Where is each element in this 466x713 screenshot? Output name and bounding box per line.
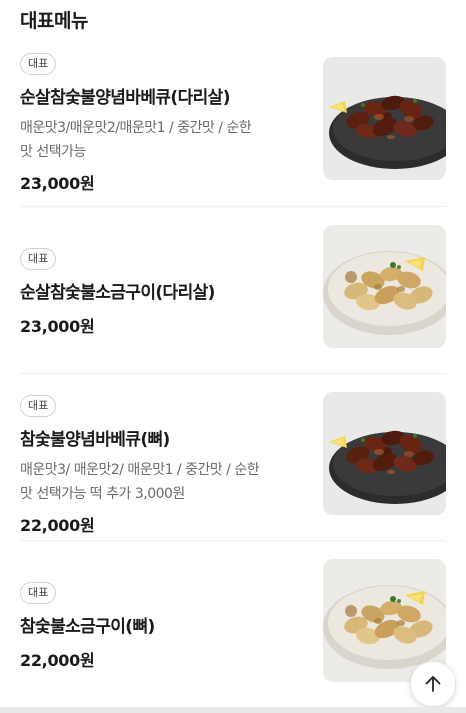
menu-item[interactable]: 대표 참숯불양념바베큐(뼈) 매운맛3/ 매운맛2/ 매운맛1 / 중간맛 / …	[20, 374, 446, 541]
menu-item-description: 매운맛3/매운맛2/매운맛1 / 중간맛 / 순한 맛 선택가능	[20, 116, 300, 164]
grilled-chicken-spicy-photo[interactable]	[323, 392, 446, 515]
signature-badge: 대표	[20, 395, 57, 417]
menu-item-name: 참숯불양념바베큐(뼈)	[20, 430, 170, 450]
menu-item-info: 대표 순살참숯불소금구이(다리살) 23,000원	[20, 247, 300, 337]
arrow-up-icon	[425, 676, 441, 692]
menu-list: 대표 순살참숯불양념바베큐(다리살) 매운맛3/매운맛2/매운맛1 / 중간맛 …	[0, 40, 466, 707]
menu-item-description: 매운맛3/ 매운맛2/ 매운맛1 / 중간맛 / 순한 맛 선택가능 떡 추가 …	[20, 458, 300, 506]
menu-item-name: 참숯불소금구이(뼈)	[20, 617, 155, 637]
menu-item-price: 22,000원	[20, 651, 95, 670]
menu-item-description-line: 매운맛3/매운맛2/매운맛1 / 중간맛 / 순한	[20, 120, 252, 136]
menu-item-description-line: 맛 선택가능 떡 추가 3,000원	[20, 486, 185, 502]
menu-item-info: 대표 순살참숯불양념바베큐(다리살) 매운맛3/매운맛2/매운맛1 / 중간맛 …	[20, 52, 300, 194]
menu-item-name: 순살참숯불양념바베큐(다리살)	[20, 88, 230, 108]
bottom-divider	[0, 707, 466, 713]
menu-item-price: 23,000원	[20, 174, 95, 193]
menu-item-description-line: 매운맛3/ 매운맛2/ 매운맛1 / 중간맛 / 순한	[20, 462, 260, 478]
scroll-to-top-button[interactable]	[410, 661, 456, 707]
menu-item-price: 23,000원	[20, 317, 95, 336]
menu-item-info: 대표 참숯불소금구이(뼈) 22,000원	[20, 581, 300, 671]
grilled-chicken-spicy-photo[interactable]	[323, 57, 446, 180]
menu-item[interactable]: 대표 참숯불소금구이(뼈) 22,000원	[20, 541, 446, 707]
menu-item-description-line: 맛 선택가능	[20, 144, 86, 160]
grilled-chicken-salt-photo[interactable]	[323, 225, 446, 348]
menu-item[interactable]: 대표 순살참숯불소금구이(다리살) 23,000원	[20, 207, 446, 374]
section-title: 대표메뉴	[20, 10, 88, 32]
menu-item-name: 순살참숯불소금구이(다리살)	[20, 283, 215, 303]
menu-item-info: 대표 참숯불양념바베큐(뼈) 매운맛3/ 매운맛2/ 매운맛1 / 중간맛 / …	[20, 394, 300, 536]
signature-badge: 대표	[20, 53, 57, 75]
menu-item-price: 22,000원	[20, 516, 95, 535]
signature-badge: 대표	[20, 248, 57, 270]
signature-badge: 대표	[20, 582, 57, 604]
menu-item[interactable]: 대표 순살참숯불양념바베큐(다리살) 매운맛3/매운맛2/매운맛1 / 중간맛 …	[20, 40, 446, 207]
